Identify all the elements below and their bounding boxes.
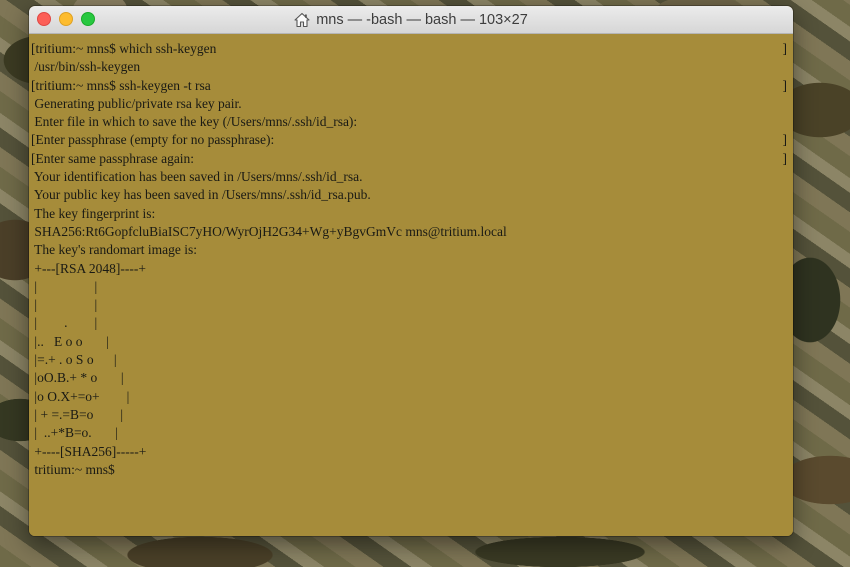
title-bar[interactable]: mns — -bash — bash — 103×27 <box>29 6 793 34</box>
terminal-line: SHA256:Rt6GopfcluBiaISC7yHO/WyrOjH2G34+W… <box>31 223 789 241</box>
terminal-line-text: The key's randomart image is: <box>31 242 198 258</box>
terminal-line-text: /usr/bin/ssh-keygen <box>31 59 141 75</box>
terminal-line: Generating public/private rsa key pair. <box>31 95 789 113</box>
terminal-line-text: +---[RSA 2048]----+ <box>31 260 146 276</box>
terminal-line: tritium:~ mns$ <box>31 461 789 479</box>
terminal-line-text: [Enter passphrase (empty for no passphra… <box>31 132 275 148</box>
terminal-line-text: SHA256:Rt6GopfcluBiaISC7yHO/WyrOjH2G34+W… <box>31 223 507 239</box>
terminal-line: |oO.B.+ * o | <box>31 369 789 387</box>
terminal-line: | + =.=B=o | <box>31 406 789 424</box>
terminal-line-text: |oO.B.+ * o | <box>31 370 124 386</box>
terminal-line-text: | ..+*B=o. | <box>31 425 119 441</box>
terminal-line-text: | | <box>31 297 98 313</box>
terminal-line: | | <box>31 278 789 296</box>
terminal-line-text: | + =.=B=o | <box>31 406 124 422</box>
terminal-line: The key's randomart image is: <box>31 241 789 259</box>
terminal-line: +---[RSA 2048]----+ <box>31 260 789 278</box>
line-marker: ] <box>782 77 788 93</box>
terminal-line-text: The key fingerprint is: <box>31 205 156 221</box>
terminal-line-text: Generating public/private rsa key pair. <box>31 95 242 111</box>
terminal-line-text: [tritium:~ mns$ ssh-keygen -t rsa <box>31 77 211 93</box>
terminal-line-text: | | <box>31 278 98 294</box>
terminal-line: The key fingerprint is: <box>31 205 789 223</box>
window-title-area: mns — -bash — bash — 103×27 <box>29 6 793 34</box>
line-marker: ] <box>782 150 788 166</box>
home-icon <box>294 12 310 28</box>
terminal-line: [Enter passphrase (empty for no passphra… <box>31 131 789 149</box>
terminal-line-text: | . | <box>31 315 98 331</box>
terminal-line: |=.+ . o S o | <box>31 351 789 369</box>
line-marker: ] <box>782 132 788 148</box>
terminal-line-text: |o O.X+=o+ | <box>31 388 130 404</box>
terminal-line-text: [tritium:~ mns$ which ssh-keygen <box>31 41 217 56</box>
terminal-line: Your public key has been saved in /Users… <box>31 186 789 204</box>
terminal-line-text: Your identification has been saved in /U… <box>31 169 363 185</box>
terminal-line: |.. E o o | <box>31 333 789 351</box>
terminal-line: /usr/bin/ssh-keygen <box>31 58 789 76</box>
terminal-line: |o O.X+=o+ | <box>31 388 789 406</box>
terminal-line: Enter file in which to save the key (/Us… <box>31 113 789 131</box>
window-title: mns — -bash — bash — 103×27 <box>316 12 528 28</box>
terminal-line: | | <box>31 296 789 314</box>
terminal-window[interactable]: mns — -bash — bash — 103×27 [tritium:~ m… <box>29 6 793 536</box>
terminal-line: Your identification has been saved in /U… <box>31 168 789 186</box>
terminal-line: [tritium:~ mns$ ssh-keygen -t rsa] <box>31 77 789 95</box>
terminal-line-text: Your public key has been saved in /Users… <box>31 187 371 203</box>
terminal-line-text: Enter file in which to save the key (/Us… <box>31 114 358 130</box>
terminal-line: [tritium:~ mns$ which ssh-keygen] <box>31 40 789 58</box>
terminal-line-text: |.. E o o | <box>31 333 109 349</box>
terminal-line: [Enter same passphrase again:] <box>31 150 789 168</box>
terminal-line: +----[SHA256]-----+ <box>31 443 789 461</box>
terminal-line-text: [Enter same passphrase again: <box>31 150 195 166</box>
line-marker: ] <box>782 41 788 56</box>
terminal-line-text: tritium:~ mns$ <box>31 461 115 477</box>
terminal-line-text: |=.+ . o S o | <box>31 352 117 368</box>
terminal-output[interactable]: [tritium:~ mns$ which ssh-keygen] /usr/b… <box>29 34 793 536</box>
terminal-line-text: +----[SHA256]-----+ <box>31 443 147 459</box>
terminal-line: | ..+*B=o. | <box>31 424 789 442</box>
terminal-line: | . | <box>31 314 789 332</box>
